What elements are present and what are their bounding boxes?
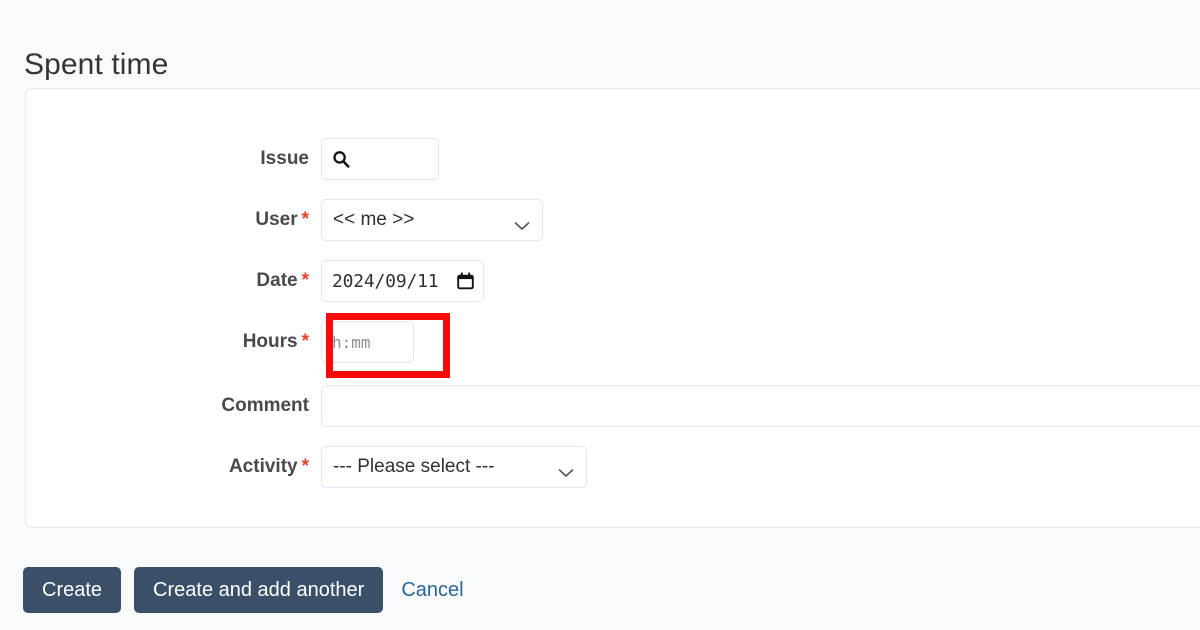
form-row-issue: Issue bbox=[26, 134, 439, 184]
date-label: Date * bbox=[26, 269, 321, 293]
form-row-user: User * << me >> bbox=[26, 195, 543, 245]
issue-control bbox=[321, 138, 439, 180]
date-input[interactable] bbox=[321, 260, 484, 302]
comment-control bbox=[321, 385, 1200, 427]
comment-label-text: Comment bbox=[221, 395, 309, 416]
activity-control: --- Please select --- bbox=[321, 446, 587, 488]
hours-label: Hours * bbox=[26, 330, 321, 354]
issue-label-text: Issue bbox=[260, 148, 309, 169]
page-title: Spent time bbox=[24, 48, 169, 82]
comment-input[interactable] bbox=[321, 385, 1200, 427]
activity-select[interactable]: --- Please select --- bbox=[321, 446, 587, 488]
hours-required-marker: * bbox=[301, 331, 309, 352]
activity-select-value: --- Please select --- bbox=[333, 456, 495, 477]
create-and-add-another-button[interactable]: Create and add another bbox=[134, 567, 384, 613]
form-actions: Create Create and add another Cancel bbox=[23, 567, 464, 613]
hours-input[interactable] bbox=[321, 321, 414, 363]
hours-control bbox=[321, 321, 414, 363]
date-control bbox=[321, 260, 484, 302]
user-select-value: << me >> bbox=[333, 209, 415, 230]
activity-required-marker: * bbox=[301, 456, 309, 477]
spent-time-form-panel: Issue User * << me >> Date * 2024/09/11 … bbox=[25, 88, 1200, 528]
form-row-comment: Comment bbox=[26, 381, 1200, 431]
user-select[interactable]: << me >> bbox=[321, 199, 543, 241]
user-required-marker: * bbox=[301, 209, 309, 230]
spent-time-page: Spent time Issue User * << me >> Date * … bbox=[0, 0, 1200, 630]
cancel-link[interactable]: Cancel bbox=[401, 579, 463, 602]
user-control: << me >> bbox=[321, 199, 543, 241]
user-label-text: User bbox=[255, 209, 298, 230]
activity-label: Activity * bbox=[26, 455, 321, 479]
chevron-down-icon bbox=[558, 462, 574, 477]
form-row-hours: Hours * bbox=[26, 317, 414, 367]
create-button[interactable]: Create bbox=[23, 567, 122, 613]
form-row-activity: Activity * --- Please select --- bbox=[26, 442, 587, 492]
comment-label: Comment bbox=[26, 394, 321, 418]
date-required-marker: * bbox=[301, 270, 309, 291]
chevron-down-icon bbox=[514, 215, 530, 230]
issue-input[interactable] bbox=[321, 138, 439, 180]
issue-label: Issue bbox=[26, 147, 321, 171]
activity-label-text: Activity bbox=[228, 456, 298, 477]
form-row-date: Date * bbox=[26, 256, 484, 306]
date-label-text: Date bbox=[256, 270, 298, 291]
hours-label-text: Hours bbox=[242, 331, 298, 352]
user-label: User * bbox=[26, 208, 321, 232]
